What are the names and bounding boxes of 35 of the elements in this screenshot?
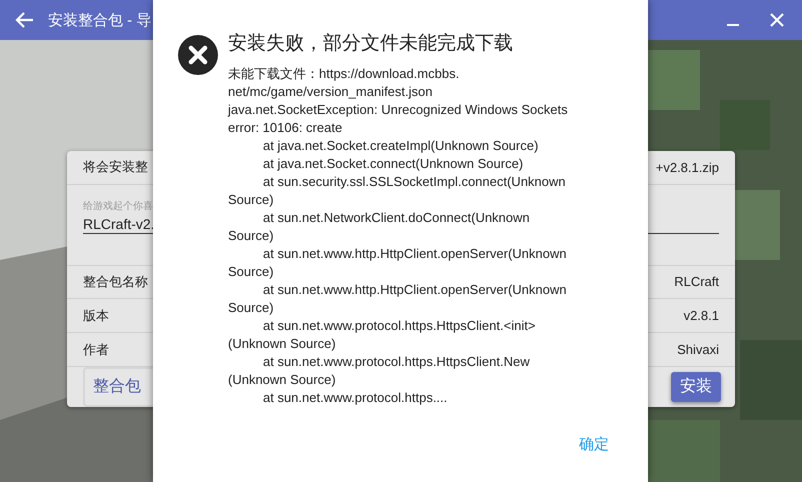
- row-value: Shivaxi: [677, 342, 719, 358]
- error-text-line: net/mc/game/version_manifest.json: [228, 83, 432, 101]
- close-icon: [769, 12, 785, 28]
- error-text-line: (Unknown Source): [228, 335, 336, 353]
- error-text-line: at sun.security.ssl.SSLSocketImpl.connect(Unknown: [262, 173, 566, 191]
- error-text-line: 未能下载文件：https://download.mcbbs.: [228, 65, 460, 83]
- error-text-line: at java.net.Socket.createImpl(Unknown Source): [262, 137, 538, 155]
- window-title: 安装整合包 - 导: [48, 10, 152, 30]
- error-text-line: java.net.SocketException: Unrecognized Windows Sockets: [228, 101, 568, 119]
- file-name: +v2.8.1.zip: [656, 160, 719, 175]
- error-text-line: at sun.net.www.protocol.https.HttpsClient.New: [262, 353, 530, 371]
- dialog-title: 安装失败，部分文件未能完成下载: [228, 32, 514, 56]
- error-text-line: at sun.net.www.http.HttpClient.openServer(Unknown: [262, 281, 566, 299]
- row-label: 作者: [83, 340, 109, 359]
- error-text-line: at sun.net.www.http.HttpClient.openServer(Unknown: [262, 245, 566, 263]
- minimize-icon: [727, 24, 739, 26]
- error-text-line: (Unknown Source): [228, 371, 336, 389]
- back-arrow-icon[interactable]: [14, 11, 34, 29]
- ok-button[interactable]: 确定: [575, 431, 613, 458]
- error-text-line: Source): [228, 191, 274, 209]
- install-label: 将会安装整: [83, 158, 148, 176]
- error-text-line: error: 10106: create: [228, 119, 342, 137]
- error-text-line: at sun.net.www.protocol.https....: [262, 389, 448, 407]
- error-icon: [178, 35, 218, 75]
- error-text-line: at sun.net.NetworkClient.doConnect(Unknown: [262, 209, 530, 227]
- row-label: 整合包名称: [83, 272, 148, 291]
- error-text-line: at java.net.Socket.connect(Unknown Source): [262, 155, 524, 173]
- install-button[interactable]: 安装: [671, 372, 721, 402]
- error-text-line: Source): [228, 299, 274, 317]
- error-text-line: Source): [228, 263, 274, 281]
- row-value: v2.8.1: [684, 308, 719, 324]
- row-value: RLCraft: [674, 274, 719, 290]
- row-label: 版本: [83, 306, 109, 325]
- error-text-line: at sun.net.www.protocol.https.HttpsClient.<init>: [262, 317, 536, 335]
- error-text-line: Source): [228, 227, 274, 245]
